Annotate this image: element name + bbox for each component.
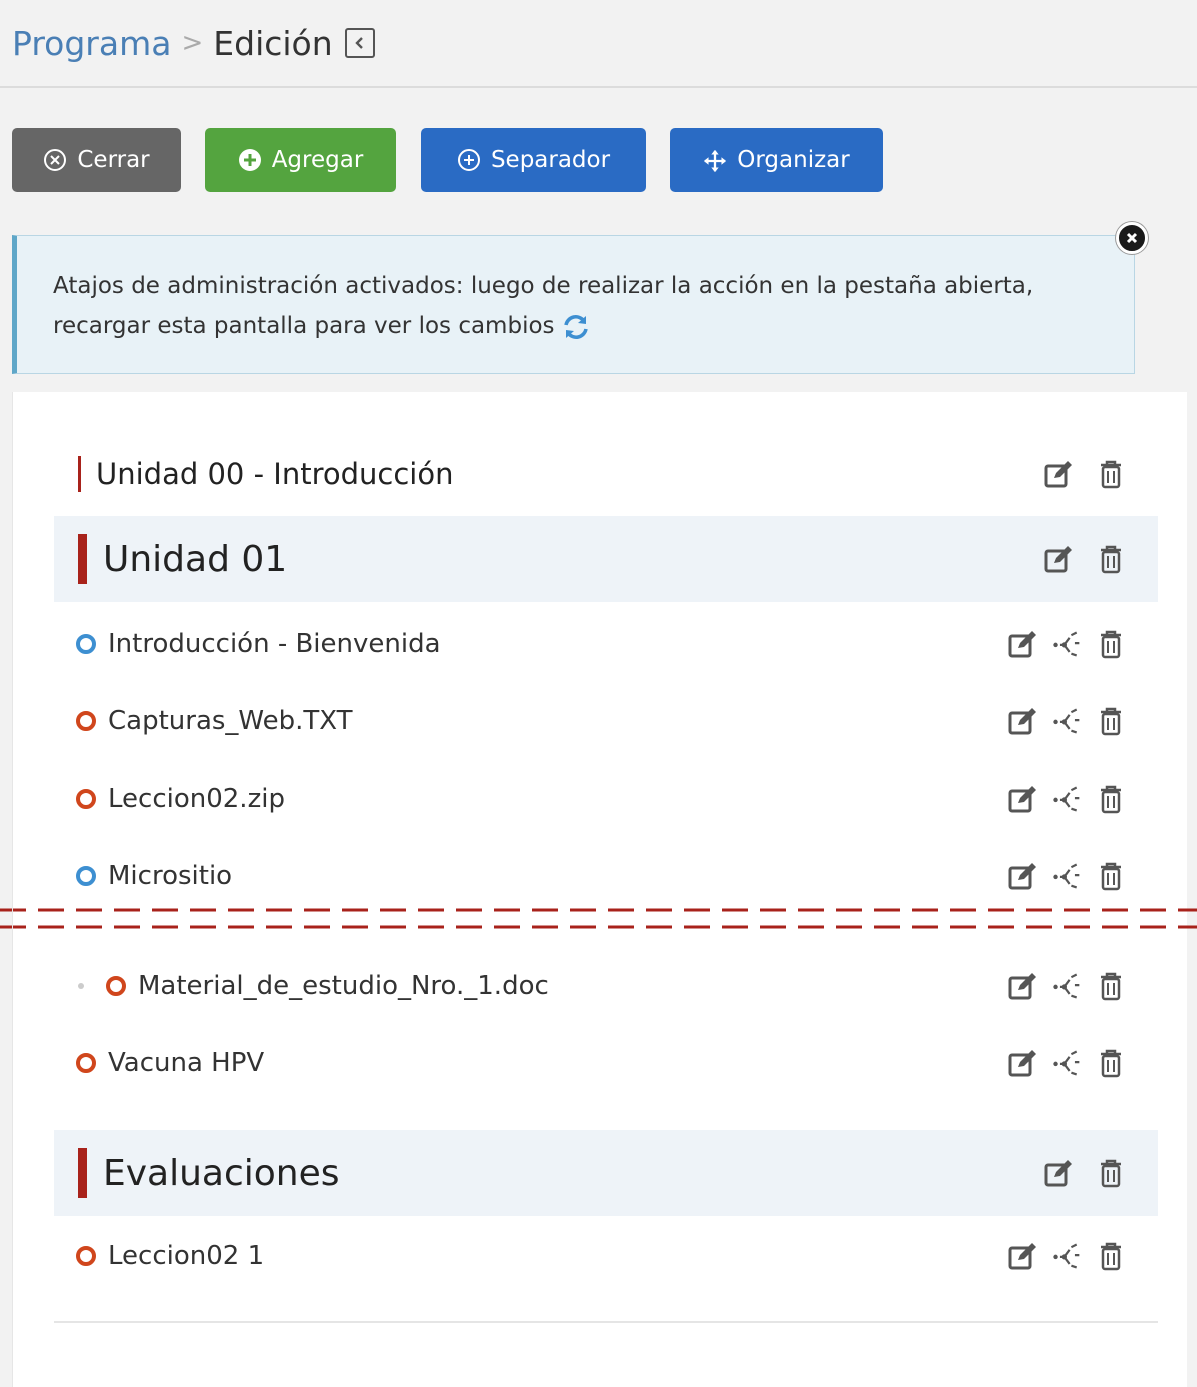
item-status-ring-icon [76,1246,96,1266]
separator-button-label: Separador [490,147,611,173]
edit-icon[interactable] [1008,971,1038,1001]
section-marker [78,534,87,584]
item-title: Leccion02.zip [108,784,285,814]
collapse-panel-icon[interactable] [344,28,375,58]
link-nodes-icon[interactable] [1052,706,1082,736]
list-item[interactable]: Leccion02 1 [54,1226,1158,1286]
item-title: Capturas_Web.TXT [108,706,353,736]
move-arrows-icon [703,148,727,173]
edit-icon[interactable] [1044,459,1074,489]
plus-circle-outline-icon [457,148,481,172]
trash-icon[interactable] [1096,459,1126,489]
trash-icon[interactable] [1096,544,1126,574]
add-button[interactable]: Agregar [205,128,396,192]
trash-icon[interactable] [1096,629,1126,659]
item-title: Material_de_estudio_Nro._1.doc [138,971,549,1001]
item-title: Leccion02 1 [108,1241,265,1271]
edit-icon[interactable] [1008,1241,1038,1271]
item-status-ring-icon [76,634,96,654]
item-status-ring-icon [76,866,96,886]
breadcrumb: Programa > Edición [12,20,375,66]
item-status-ring-icon [76,1053,96,1073]
page-title: Edición [213,23,333,63]
trash-icon[interactable] [1096,971,1126,1001]
list-item[interactable]: Introducción - Bienvenida [54,614,1158,674]
panel-left-border [12,392,13,1387]
trash-icon[interactable] [1096,1048,1126,1078]
add-button-label: Agregar [271,147,364,173]
section-row[interactable]: Evaluaciones [54,1130,1158,1216]
content-panel: Unidad 00 - Introducción Unidad 01 Intro… [12,392,1187,1387]
edit-icon[interactable] [1044,1158,1074,1188]
header-divider [0,86,1197,88]
edit-icon[interactable] [1044,544,1074,574]
list-item[interactable]: Vacuna HPV [54,1033,1158,1093]
close-button[interactable]: Cerrar [12,128,181,192]
refresh-icon[interactable] [561,312,591,342]
separator-button[interactable]: Separador [421,128,646,192]
trash-icon[interactable] [1096,861,1126,891]
item-status-ring-icon [106,976,126,996]
section-title: Unidad 01 [103,538,288,580]
list-item[interactable]: Material_de_estudio_Nro._1.doc [54,956,1158,1016]
list-item[interactable]: Capturas_Web.TXT [54,691,1158,751]
link-nodes-icon[interactable] [1052,1241,1082,1271]
close-circle-icon [43,148,67,172]
edit-icon[interactable] [1008,706,1038,736]
trash-icon[interactable] [1096,1158,1126,1188]
link-nodes-icon[interactable] [1052,971,1082,1001]
footer-divider [54,1321,1158,1323]
breadcrumb-programa-link[interactable]: Programa [12,24,171,63]
link-nodes-icon[interactable] [1052,861,1082,891]
close-button-label: Cerrar [77,147,150,173]
page-break-separator [0,908,1197,929]
edit-icon[interactable] [1008,784,1038,814]
edit-icon[interactable] [1008,629,1038,659]
organize-button-label: Organizar [737,147,850,173]
plus-circle-icon [238,148,262,172]
edit-icon[interactable] [1008,1048,1038,1078]
item-status-ring-icon [76,711,96,731]
nested-indicator-dot [78,983,84,989]
trash-icon[interactable] [1096,706,1126,736]
alert-close-button[interactable] [1116,222,1148,254]
section-title: Evaluaciones [103,1152,340,1194]
list-item[interactable]: Leccion02.zip [54,769,1158,829]
trash-icon[interactable] [1096,784,1126,814]
breadcrumb-separator: > [181,28,204,58]
organize-button[interactable]: Organizar [670,128,883,192]
trash-icon[interactable] [1096,1241,1126,1271]
link-nodes-icon[interactable] [1052,1048,1082,1078]
section-marker [78,1148,87,1198]
item-title: Introducción - Bienvenida [108,629,441,659]
section-row[interactable]: Unidad 00 - Introducción [54,444,1158,504]
item-title: Vacuna HPV [108,1048,265,1078]
link-nodes-icon[interactable] [1052,629,1082,659]
item-title: Micrositio [108,861,233,891]
link-nodes-icon[interactable] [1052,784,1082,814]
item-status-ring-icon [76,789,96,809]
section-title: Unidad 00 - Introducción [96,457,454,491]
list-item[interactable]: Micrositio [54,846,1158,906]
alert-text: Atajos de administración activados: lueg… [53,273,1034,339]
section-marker [78,456,81,492]
edit-icon[interactable] [1008,861,1038,891]
section-row[interactable]: Unidad 01 [54,516,1158,602]
info-alert: Atajos de administración activados: lueg… [12,222,1148,374]
